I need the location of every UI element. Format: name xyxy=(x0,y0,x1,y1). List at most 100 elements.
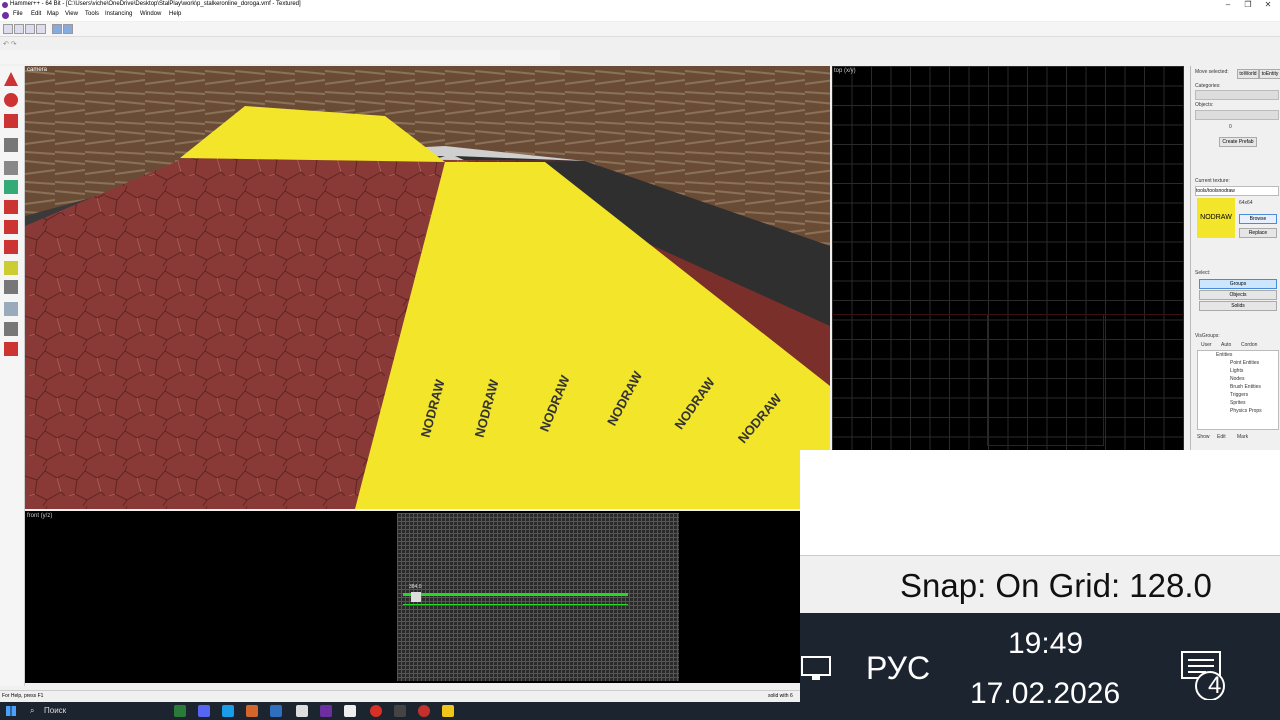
select-label: Select: xyxy=(1195,270,1211,276)
clock-time[interactable]: 19:49 xyxy=(1008,627,1083,661)
visgroup-tree: Entities Point Entities Lights Nodes Bru… xyxy=(1197,350,1279,430)
front-viewport[interactable]: front (y/z) 384.0 xyxy=(25,511,800,683)
monitor-icon[interactable] xyxy=(800,655,832,683)
overlay-blank xyxy=(800,450,1280,555)
selection-tool-icon[interactable] xyxy=(4,72,18,86)
maximize-button[interactable]: ❐ xyxy=(1238,0,1258,10)
tools-palette xyxy=(0,66,25,686)
current-texture-label: Current texture: xyxy=(1195,178,1230,184)
browse-button[interactable]: Browse xyxy=(1239,214,1277,224)
menu-view[interactable]: View xyxy=(65,11,78,17)
view-icon[interactable] xyxy=(52,24,62,34)
minimize-button[interactable]: – xyxy=(1218,0,1238,10)
visgroup-tab-cordon[interactable]: Cordon xyxy=(1241,342,1257,348)
create-prefab-button[interactable]: Create Prefab xyxy=(1219,137,1257,147)
app-icon[interactable] xyxy=(418,705,430,717)
view-icon[interactable] xyxy=(63,24,73,34)
toolbar-icon[interactable] xyxy=(14,24,24,34)
search-box[interactable]: Поиск xyxy=(44,706,66,715)
tree-item[interactable]: Point Entities xyxy=(1230,360,1259,366)
objects-dropdown[interactable] xyxy=(1195,110,1279,120)
taskbar: ⌕ Поиск xyxy=(0,702,800,720)
select-objects-button[interactable]: Objects xyxy=(1199,290,1277,300)
top-view-axis xyxy=(832,314,1184,315)
top-view-label: top (x/y) xyxy=(834,68,856,74)
chrome-icon[interactable] xyxy=(370,705,382,717)
edit-button[interactable]: Edit xyxy=(1217,434,1226,440)
discord-icon[interactable] xyxy=(198,705,210,717)
toolbar-icon[interactable] xyxy=(36,24,46,34)
magnify-tool-icon[interactable] xyxy=(4,93,18,107)
clip-tool-icon[interactable] xyxy=(4,261,18,275)
menu-file[interactable]: File xyxy=(13,11,23,17)
window-title: Hammer++ - 64 Bit - [C:\Users\viche\OneD… xyxy=(10,1,301,7)
app-icon[interactable] xyxy=(174,705,186,717)
menu-tools[interactable]: Tools xyxy=(85,11,99,17)
tree-item[interactable]: Physics Props xyxy=(1230,408,1262,414)
menu-bar: File Edit Map View Tools Instancing Wind… xyxy=(0,10,1280,21)
camera-label: camera xyxy=(27,67,48,73)
texture-tool-icon[interactable] xyxy=(4,180,18,194)
front-marker-label: 384.0 xyxy=(409,584,422,590)
select-solids-button[interactable]: Solids xyxy=(1199,301,1277,311)
to-entity-button[interactable]: toEntity xyxy=(1259,69,1280,79)
telegram-icon[interactable] xyxy=(222,705,234,717)
clock-date[interactable]: 17.02.2026 xyxy=(970,677,1120,711)
grid-icon[interactable] xyxy=(3,24,13,34)
camera-viewport[interactable]: camera NODRAW NODRAW NODRAW NODRAW NODRA… xyxy=(25,66,830,509)
menu-window[interactable]: Window xyxy=(140,11,161,17)
mark-button[interactable]: Mark xyxy=(1237,434,1248,440)
selected-brush[interactable] xyxy=(403,593,628,605)
tree-item[interactable]: Brush Entities xyxy=(1230,384,1261,390)
tree-item[interactable]: Sprites xyxy=(1230,400,1246,406)
yandex-icon[interactable] xyxy=(296,705,308,717)
replace-button[interactable]: Replace xyxy=(1239,228,1277,238)
tool-toolbar xyxy=(0,50,560,64)
current-texture-field[interactable]: tools/toolsnodraw xyxy=(1195,186,1279,196)
visgroup-tab-user[interactable]: User xyxy=(1201,342,1212,348)
close-button[interactable]: ✕ xyxy=(1258,0,1278,10)
app-menu-icon[interactable] xyxy=(2,12,9,19)
menu-help[interactable]: Help xyxy=(169,11,181,17)
move-selected-label: Move selected: xyxy=(1195,69,1229,75)
cordon-tool-icon[interactable] xyxy=(4,342,18,356)
show-button[interactable]: Show xyxy=(1197,434,1210,440)
folder-icon[interactable] xyxy=(442,705,454,717)
start-icon[interactable] xyxy=(6,706,16,716)
app-icon[interactable] xyxy=(344,705,356,717)
menu-edit[interactable]: Edit xyxy=(31,11,41,17)
apply-texture-icon[interactable] xyxy=(4,200,18,214)
decal-tool-icon[interactable] xyxy=(4,220,18,234)
tree-item[interactable]: Nodes xyxy=(1230,376,1244,382)
hammer-icon[interactable] xyxy=(320,705,332,717)
path-tool-icon[interactable] xyxy=(4,302,18,316)
to-world-button[interactable]: toWorld xyxy=(1237,69,1259,79)
tree-item[interactable]: Entities xyxy=(1216,352,1232,358)
brush-handle[interactable] xyxy=(411,592,421,602)
categories-dropdown[interactable] xyxy=(1195,90,1279,100)
menu-map[interactable]: Map xyxy=(47,11,59,17)
block-tool-icon[interactable] xyxy=(4,161,18,175)
search-icon[interactable]: ⌕ xyxy=(30,706,34,716)
visgroup-tab-auto[interactable]: Auto xyxy=(1221,342,1231,348)
camera-tool-icon[interactable] xyxy=(4,114,18,128)
menu-instancing[interactable]: Instancing xyxy=(105,11,132,17)
language-indicator[interactable]: РУС xyxy=(866,650,930,687)
app-icon[interactable] xyxy=(270,705,282,717)
front-view-label: front (y/z) xyxy=(27,513,53,519)
app-icon[interactable] xyxy=(246,705,258,717)
overlay-tool-icon[interactable] xyxy=(4,240,18,254)
undo-icon[interactable]: ↶ ↷ xyxy=(3,40,17,48)
tree-item[interactable]: Lights xyxy=(1230,368,1243,374)
terminal-icon[interactable] xyxy=(394,705,406,717)
vertex-tool-icon[interactable] xyxy=(4,280,18,294)
entity-tool-icon[interactable] xyxy=(4,138,18,152)
sound-tool-icon[interactable] xyxy=(4,322,18,336)
toolbar-icon[interactable] xyxy=(25,24,35,34)
status-right: solid with 6 xyxy=(768,693,793,699)
tree-item[interactable]: Triggers xyxy=(1230,392,1248,398)
select-groups-button[interactable]: Groups xyxy=(1199,279,1277,289)
snap-text: Snap: On Grid: 128.0 xyxy=(900,567,1212,604)
top-viewport[interactable]: top (x/y) xyxy=(832,66,1184,450)
title-bar: Hammer++ - 64 Bit - [C:\Users\viche\OneD… xyxy=(0,0,1280,10)
